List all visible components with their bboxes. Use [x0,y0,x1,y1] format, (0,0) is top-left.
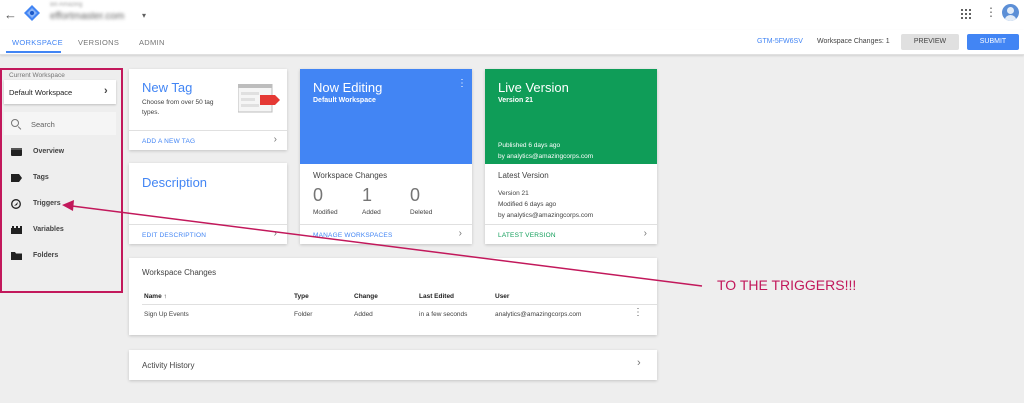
live-version-header: Live Version Version 21 Published 6 days… [485,69,657,164]
latest-version-link[interactable]: LATEST VERSION [498,232,556,239]
current-workspace-label: Current Workspace [9,72,65,79]
column-header-change[interactable]: Change [354,293,378,300]
deleted-count: 0 [410,185,421,205]
tab-versions[interactable]: VERSIONS [78,38,119,47]
now-editing-card: Now Editing Default Workspace ⋮ Workspac… [300,69,472,244]
search-input[interactable]: Search [31,120,55,129]
sidebar-item-label: Triggers [33,200,61,207]
latest-version-details: Version 21 Modified 6 days ago by analyt… [498,188,593,221]
modified-count: 0 [313,185,324,205]
tab-admin[interactable]: ADMIN [139,38,165,47]
sidebar-item-label: Variables [33,226,64,233]
column-header-last-edited[interactable]: Last Edited [419,293,454,300]
new-tag-description: Choose from over 50 tag types. [142,99,214,116]
row-type-cell: Folder [294,311,313,318]
chevron-right-icon: › [643,228,647,239]
table-header-divider [142,304,657,305]
modified-label: Modified [313,209,338,216]
caret-down-icon[interactable]: ▾ [142,11,146,20]
column-header-user[interactable]: User [495,293,509,300]
published-time: Published 6 days ago [498,142,561,149]
sidebar-item-label: Tags [33,174,49,181]
folder-icon [11,252,22,260]
workspace-selector[interactable]: Default Workspace › [4,80,116,104]
row-name-cell[interactable]: Sign Up Events [144,311,189,318]
workspace-changes-card: Workspace Changes Name ↑ Type Change Las… [129,258,657,335]
live-version-number: Version 21 [498,97,534,104]
activity-history-title: Activity History [142,361,195,370]
preview-button[interactable]: PREVIEW [901,34,959,50]
overview-icon [11,148,22,156]
latest-version-modified: Modified 6 days ago [498,201,557,208]
search-icon [11,119,19,127]
back-arrow-icon[interactable]: ← [4,7,17,22]
live-version-card: Live Version Version 21 Published 6 days… [485,69,657,244]
workspace-name: Default Workspace [9,88,73,97]
latest-version-title: Latest Version [498,171,549,180]
row-last-edited-cell: in a few seconds [419,311,468,318]
new-tag-footer[interactable]: ADD A NEW TAG › [129,130,287,150]
chevron-right-icon: › [458,228,462,239]
annotation-text: TO THE TRIGGERS!!! [717,277,857,293]
sidebar-item-folders[interactable]: Folders [9,248,109,264]
more-vert-icon[interactable]: ⋮ [633,307,643,318]
container-name[interactable]: effortmaster.com [50,11,124,22]
workspace-changes-count: Workspace Changes: 1 [817,38,890,45]
more-vert-icon[interactable]: ⋮ [985,6,997,18]
manage-workspaces-link[interactable]: MANAGE WORKSPACES [313,232,393,239]
column-header-type[interactable]: Type [294,293,309,300]
edit-description-link[interactable]: EDIT DESCRIPTION [142,232,206,239]
sidebar-item-overview[interactable]: Overview [9,144,109,160]
add-new-tag-link[interactable]: ADD A NEW TAG [142,138,195,145]
now-editing-footer[interactable]: MANAGE WORKSPACES › [300,224,472,244]
activity-history-card[interactable]: Activity History › [129,350,657,380]
new-tag-title: New Tag [142,80,193,95]
added-label: Added [362,209,381,216]
chevron-right-icon: › [104,85,108,97]
container-id-link[interactable]: GTM-5FW6SV [757,38,803,45]
top-bar: ← Bit-Amazing effortmaster.com ▾ ⋮ [0,0,1024,30]
published-by: by analytics@amazingcorps.com [498,153,594,160]
sidebar-search[interactable]: Search [4,112,116,135]
sidebar-item-label: Folders [33,252,59,259]
deleted-label: Deleted [410,209,433,216]
latest-version-by: by analytics@amazingcorps.com [498,212,594,219]
description-card: Description EDIT DESCRIPTION › [129,163,287,244]
row-change-cell: Added [354,311,373,318]
new-tag-illustration-icon [238,84,280,113]
sidebar-item-label: Overview [33,148,65,155]
account-avatar-icon[interactable] [1002,4,1019,21]
account-name: Bit-Amazing [50,2,83,8]
apps-grid-icon[interactable] [961,9,971,19]
column-header-name[interactable]: Name ↑ [144,293,167,300]
variables-icon [11,226,22,234]
chevron-right-icon: › [273,134,277,145]
sidebar-item-variables[interactable]: Variables [9,222,109,238]
new-tag-card: New Tag Choose from over 50 tag types. A… [129,69,287,150]
now-editing-header: Now Editing Default Workspace ⋮ [300,69,472,164]
tab-workspace[interactable]: WORKSPACE [12,38,63,47]
live-version-footer[interactable]: LATEST VERSION › [485,224,657,244]
active-tab-indicator [6,51,61,53]
latest-version-number: Version 21 [498,190,529,197]
more-vert-icon[interactable]: ⋮ [457,79,467,89]
submit-button[interactable]: SUBMIT [967,34,1019,50]
sidebar-item-triggers[interactable]: Triggers [9,196,109,212]
gtm-logo-icon[interactable] [24,5,40,21]
workspace-changes-title: Workspace Changes [313,171,388,180]
workspace-changes-card-title: Workspace Changes [142,268,217,277]
live-version-title: Live Version [498,80,569,95]
description-title: Description [142,175,208,190]
description-footer[interactable]: EDIT DESCRIPTION › [129,224,287,244]
now-editing-workspace: Default Workspace [313,97,376,104]
tag-icon [11,174,22,182]
sidebar-item-tags[interactable]: Tags [9,170,109,186]
row-user-cell: analytics@amazingcorps.com [495,311,582,318]
chevron-right-icon: › [637,357,641,369]
chevron-right-icon: › [273,228,277,239]
live-version-published: Published 6 days ago by analytics@amazin… [498,140,593,162]
added-count: 1 [362,185,373,205]
trigger-icon [11,199,21,209]
now-editing-title: Now Editing [313,80,383,95]
